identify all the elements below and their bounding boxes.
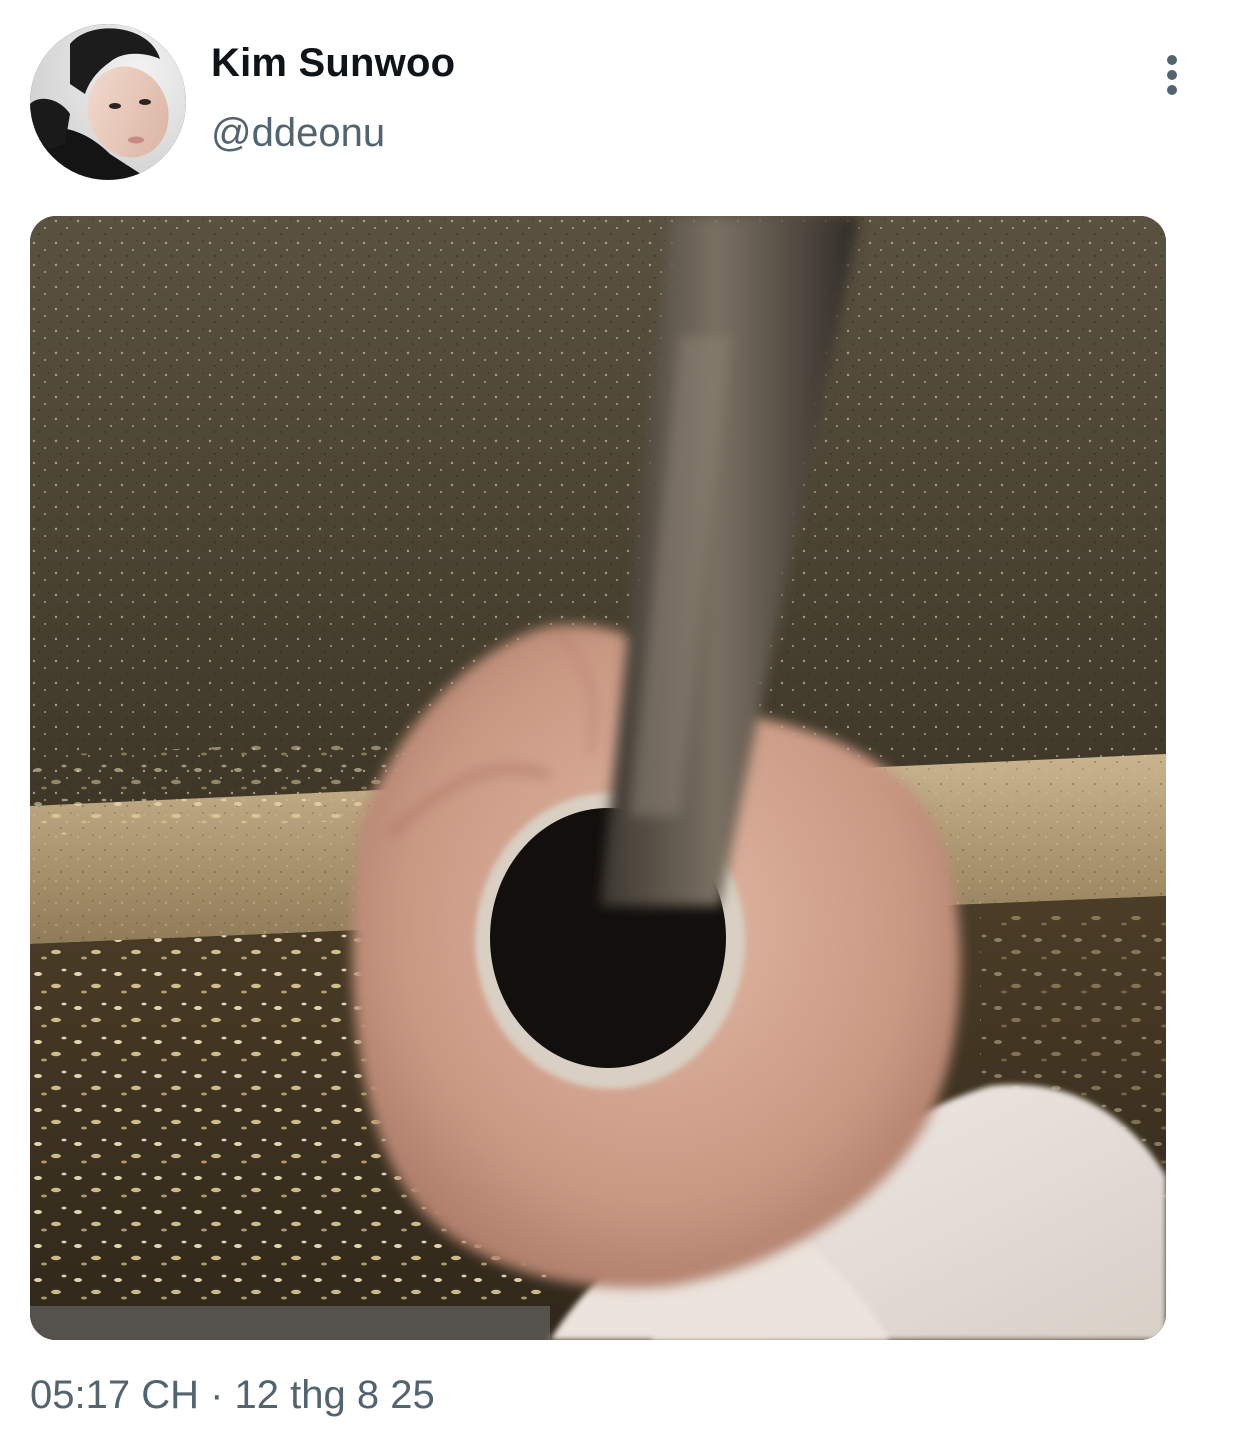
- more-options-button[interactable]: [1150, 48, 1194, 102]
- tweet-timestamp[interactable]: 05:17 CH · 12 thg 8 25: [30, 1370, 435, 1420]
- tweet-media[interactable]: [30, 216, 1166, 1340]
- author-handle[interactable]: @ddeonu: [211, 108, 385, 158]
- more-options-vertical-icon: [1167, 55, 1177, 95]
- avatar-photo: [30, 24, 186, 180]
- media-photo: [30, 216, 1166, 1340]
- tweet-card: Kim Sunwoo @ddeonu 05:17 CH · 12 thg 8 2…: [0, 0, 1234, 1456]
- author-display-name[interactable]: Kim Sunwoo: [211, 38, 455, 88]
- author-avatar[interactable]: [30, 24, 186, 180]
